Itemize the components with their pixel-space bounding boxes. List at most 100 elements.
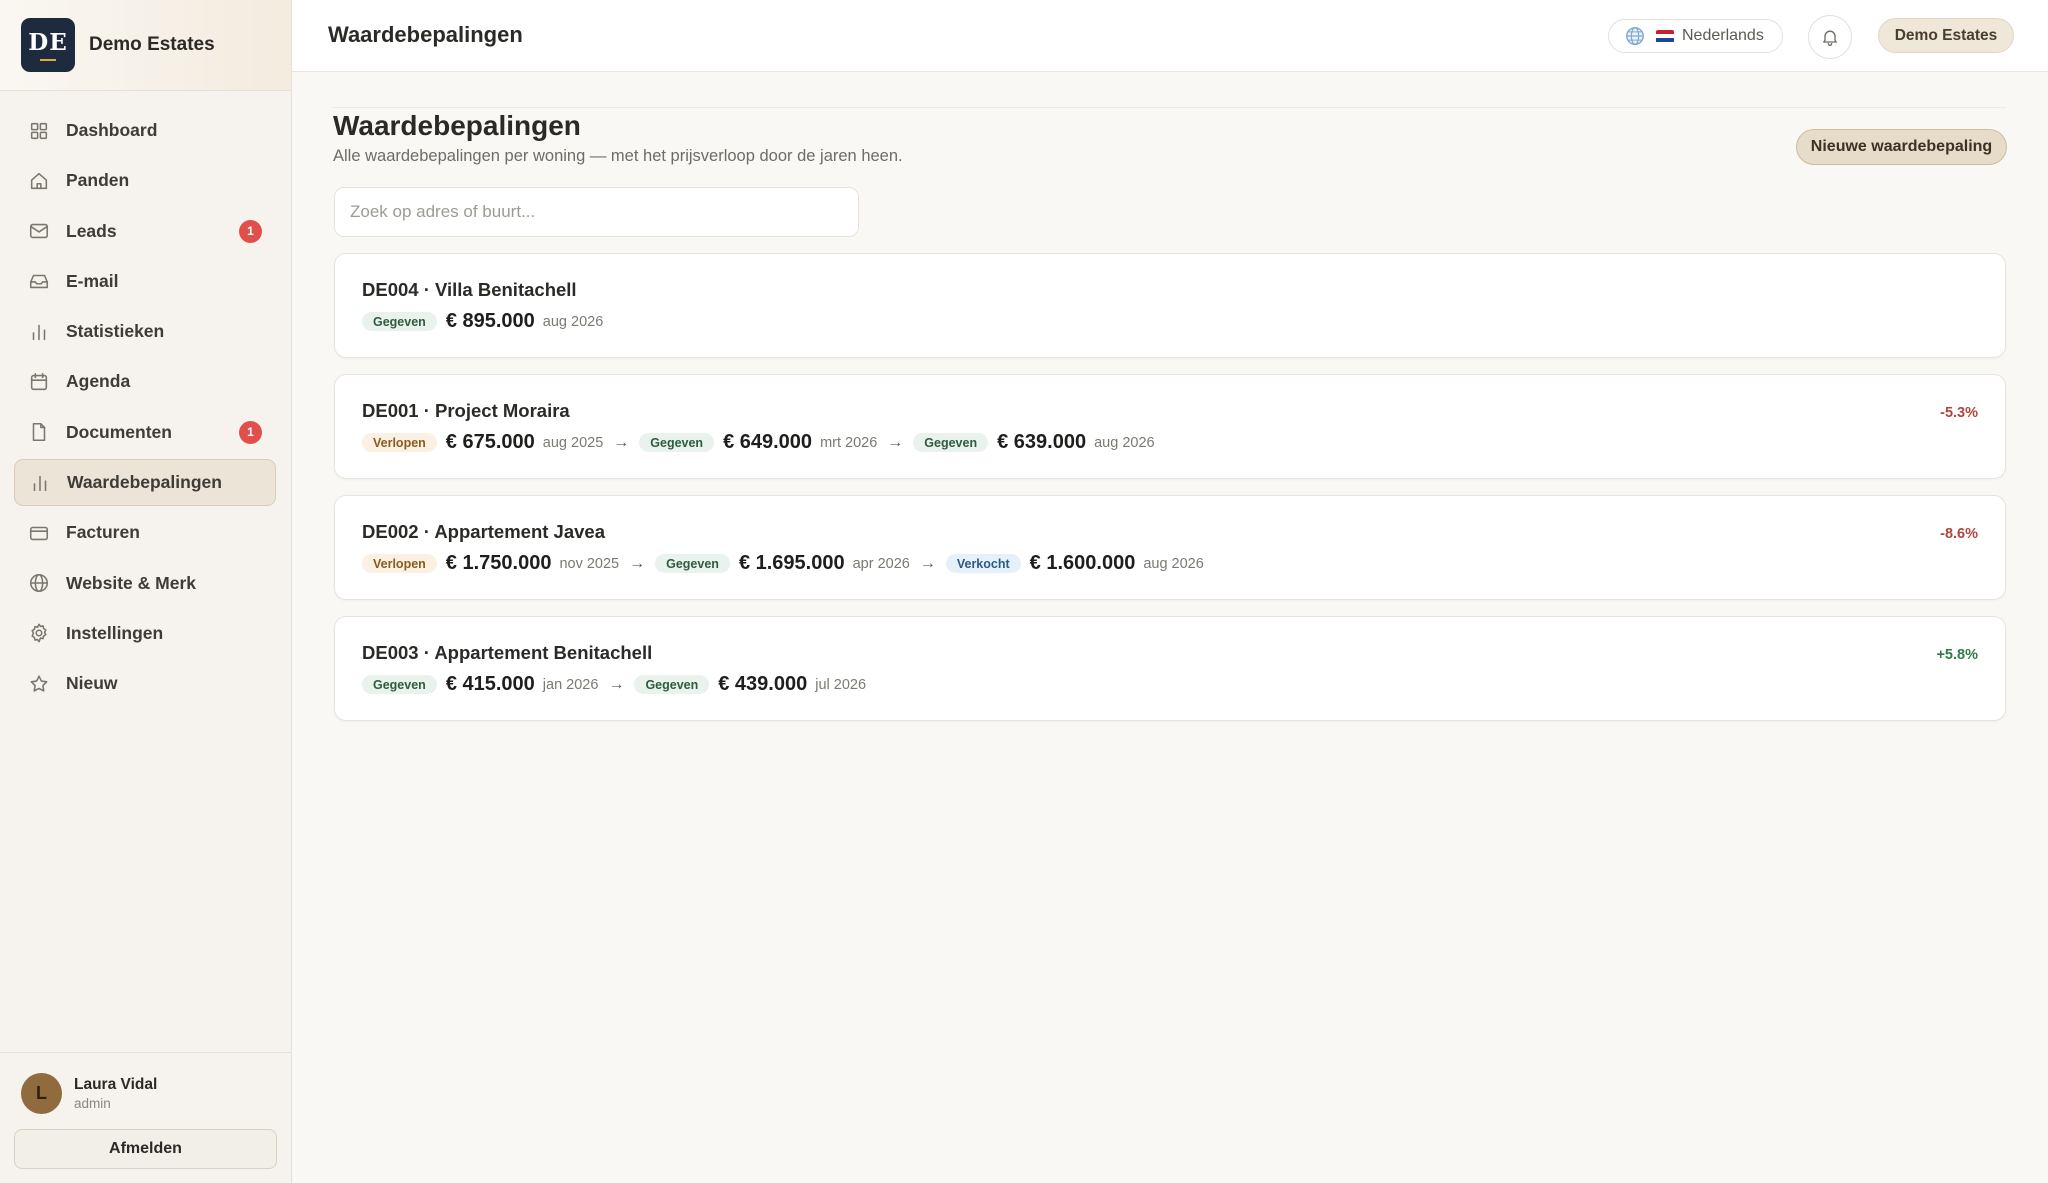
notification-count-badge: 1: [239, 420, 262, 444]
star-icon: [28, 673, 50, 695]
language-label: Nederlands: [1682, 27, 1764, 44]
brand-header[interactable]: DE Demo Estates: [0, 0, 291, 91]
status-badge: Gegeven: [913, 433, 989, 452]
sidebar-item-nieuw[interactable]: Nieuw: [14, 660, 276, 707]
brand-logo-text: DE: [28, 29, 68, 56]
sidebar-item-label: Waardebepalingen: [67, 472, 222, 493]
arrow-right-icon: →: [629, 554, 646, 572]
page-title: Waardebepalingen: [333, 110, 581, 141]
logout-button[interactable]: Afmelden: [14, 1129, 277, 1169]
property-title: DE004 · Villa Benitachell: [362, 279, 577, 300]
status-badge: Gegeven: [634, 675, 710, 694]
sidebar-nav: Dashboard Panden Leads 1 E-mail Statistieken A…: [0, 91, 291, 707]
property-valuation-card[interactable]: DE002 · Appartement Javea Verlopen € 1.750…: [334, 495, 2006, 600]
property-title: DE003 · Appartement Benitachell: [362, 642, 653, 663]
status-badge: Gegeven: [362, 675, 437, 694]
valuation-price: € 1.600.000: [1029, 552, 1136, 574]
valuation-timeline: Gegeven € 895.000 aug 2026: [362, 310, 603, 333]
valuation-timeline: Gegeven € 415.000 jan 2026 → Gegeven € 439.00…: [362, 673, 866, 696]
sidebar-item-website-merk[interactable]: Website & Merk: [14, 560, 276, 607]
sidebar-item-label: Website & Merk: [66, 572, 196, 593]
notification-count-badge: 1: [239, 219, 262, 243]
organization-switcher[interactable]: Demo Estates: [1878, 18, 2014, 53]
property-title: DE002 · Appartement Javea: [362, 521, 606, 542]
property-valuation-card[interactable]: DE004 · Villa Benitachell Gegeven € 895.00…: [334, 253, 2006, 358]
status-badge: Gegeven: [362, 312, 437, 331]
sidebar-item-label: Leads: [66, 220, 117, 241]
valuation-price: € 1.750.000: [445, 552, 552, 574]
sidebar-item-facturen[interactable]: Facturen: [14, 509, 276, 556]
valuation-date: aug 2026: [1143, 555, 1204, 572]
property-valuation-card[interactable]: DE001 · Project Moraira Verlopen € 675.000…: [334, 374, 2006, 479]
arrow-right-icon: →: [887, 433, 904, 451]
valuation-price: € 415.000: [445, 673, 535, 695]
calendar-icon: [28, 371, 50, 393]
sidebar-item-label: Documenten: [66, 421, 172, 442]
sidebar-item-dashboard[interactable]: Dashboard: [14, 107, 276, 154]
arrow-right-icon: →: [613, 433, 630, 451]
valuation-date: jul 2026: [815, 676, 867, 693]
brand-logo: DE: [21, 18, 75, 72]
sidebar: DE Demo Estates Dashboard Panden Leads 1 E-m…: [0, 0, 292, 1183]
property-valuation-card[interactable]: DE003 · Appartement Benitachell Gegeven € …: [334, 616, 2006, 721]
sidebar-item-instellingen[interactable]: Instellingen: [14, 610, 276, 657]
valuation-date: mrt 2026: [820, 434, 878, 451]
page-divider: [332, 107, 2006, 108]
valuation-price: € 675.000: [445, 431, 535, 453]
status-badge: Gegeven: [655, 554, 730, 573]
sidebar-item-documenten[interactable]: Documenten 1: [14, 409, 276, 456]
sidebar-item-statistieken[interactable]: Statistieken: [14, 308, 276, 355]
valuation-date: apr 2026: [852, 555, 910, 572]
user-name: Laura Vidal: [74, 1076, 158, 1093]
user-meta: Laura Vidal admin: [74, 1076, 157, 1111]
mail-icon: [28, 220, 50, 242]
valuation-timeline: Verlopen € 1.750.000 nov 2025 → Gegeven € 1.6…: [362, 552, 1204, 575]
credit-card-icon: [28, 522, 50, 544]
status-badge: Verlopen: [362, 433, 437, 452]
sidebar-item-leads[interactable]: Leads 1: [14, 208, 276, 255]
main-content: Waardebepalingen Alle waardebepalingen p…: [292, 72, 2048, 1183]
sidebar-item-label: Agenda: [66, 371, 131, 392]
globe-icon: [1626, 27, 1644, 45]
valuation-timeline: Verlopen € 675.000 aug 2025 → Gegeven € 649.0…: [362, 431, 1155, 454]
sidebar-item-panden[interactable]: Panden: [14, 157, 276, 204]
document-icon: [28, 421, 50, 443]
search-input[interactable]: [334, 187, 859, 237]
valuation-date: jan 2026: [542, 676, 599, 693]
topbar-title: Waardebepalingen: [328, 22, 523, 47]
language-selector[interactable]: Nederlands: [1608, 19, 1783, 53]
sidebar-item-label: Facturen: [66, 522, 140, 543]
valuation-price: € 649.000: [723, 431, 813, 453]
status-badge: Verlopen: [362, 554, 437, 573]
sidebar-item-label: Dashboard: [66, 120, 158, 140]
valuation-price: € 439.000: [718, 673, 808, 695]
bell-icon: [1823, 30, 1837, 46]
sidebar-item-label: Panden: [66, 170, 130, 191]
globe-icon: [28, 572, 50, 594]
new-valuation-button[interactable]: Nieuwe waardebepaling: [1796, 129, 2007, 165]
property-title: DE001 · Project Moraira: [362, 400, 570, 421]
brand-name: Demo Estates: [89, 34, 215, 55]
status-badge: Gegeven: [639, 433, 715, 452]
notifications-button[interactable]: [1808, 15, 1852, 59]
sidebar-item-label: Instellingen: [66, 622, 164, 643]
gear-icon: [28, 622, 50, 644]
sidebar-item-waardebepalingen[interactable]: Waardebepalingen: [14, 459, 276, 507]
sidebar-item-label: E-mail: [66, 270, 119, 291]
sidebar-item-e-mail[interactable]: E-mail: [14, 258, 276, 305]
arrow-right-icon: →: [608, 675, 625, 693]
status-badge: Verkocht: [945, 554, 1021, 573]
price-change-percentage: +5.8%: [1936, 647, 1978, 663]
valuation-price: € 1.695.000: [738, 552, 845, 574]
arrow-right-icon: →: [919, 554, 936, 572]
valuation-price: € 639.000: [997, 431, 1087, 453]
user-block: L Laura Vidal admin Afmelden: [0, 1052, 292, 1183]
house-icon: [28, 170, 50, 192]
valuation-date: aug 2025: [542, 434, 604, 451]
sidebar-item-agenda[interactable]: Agenda: [14, 358, 276, 405]
brand-logo-underline: [40, 59, 56, 61]
user-role: admin: [74, 1096, 111, 1111]
bar-chart-icon: [28, 321, 50, 343]
avatar[interactable]: L: [21, 1073, 62, 1114]
grid-icon: [28, 120, 50, 142]
